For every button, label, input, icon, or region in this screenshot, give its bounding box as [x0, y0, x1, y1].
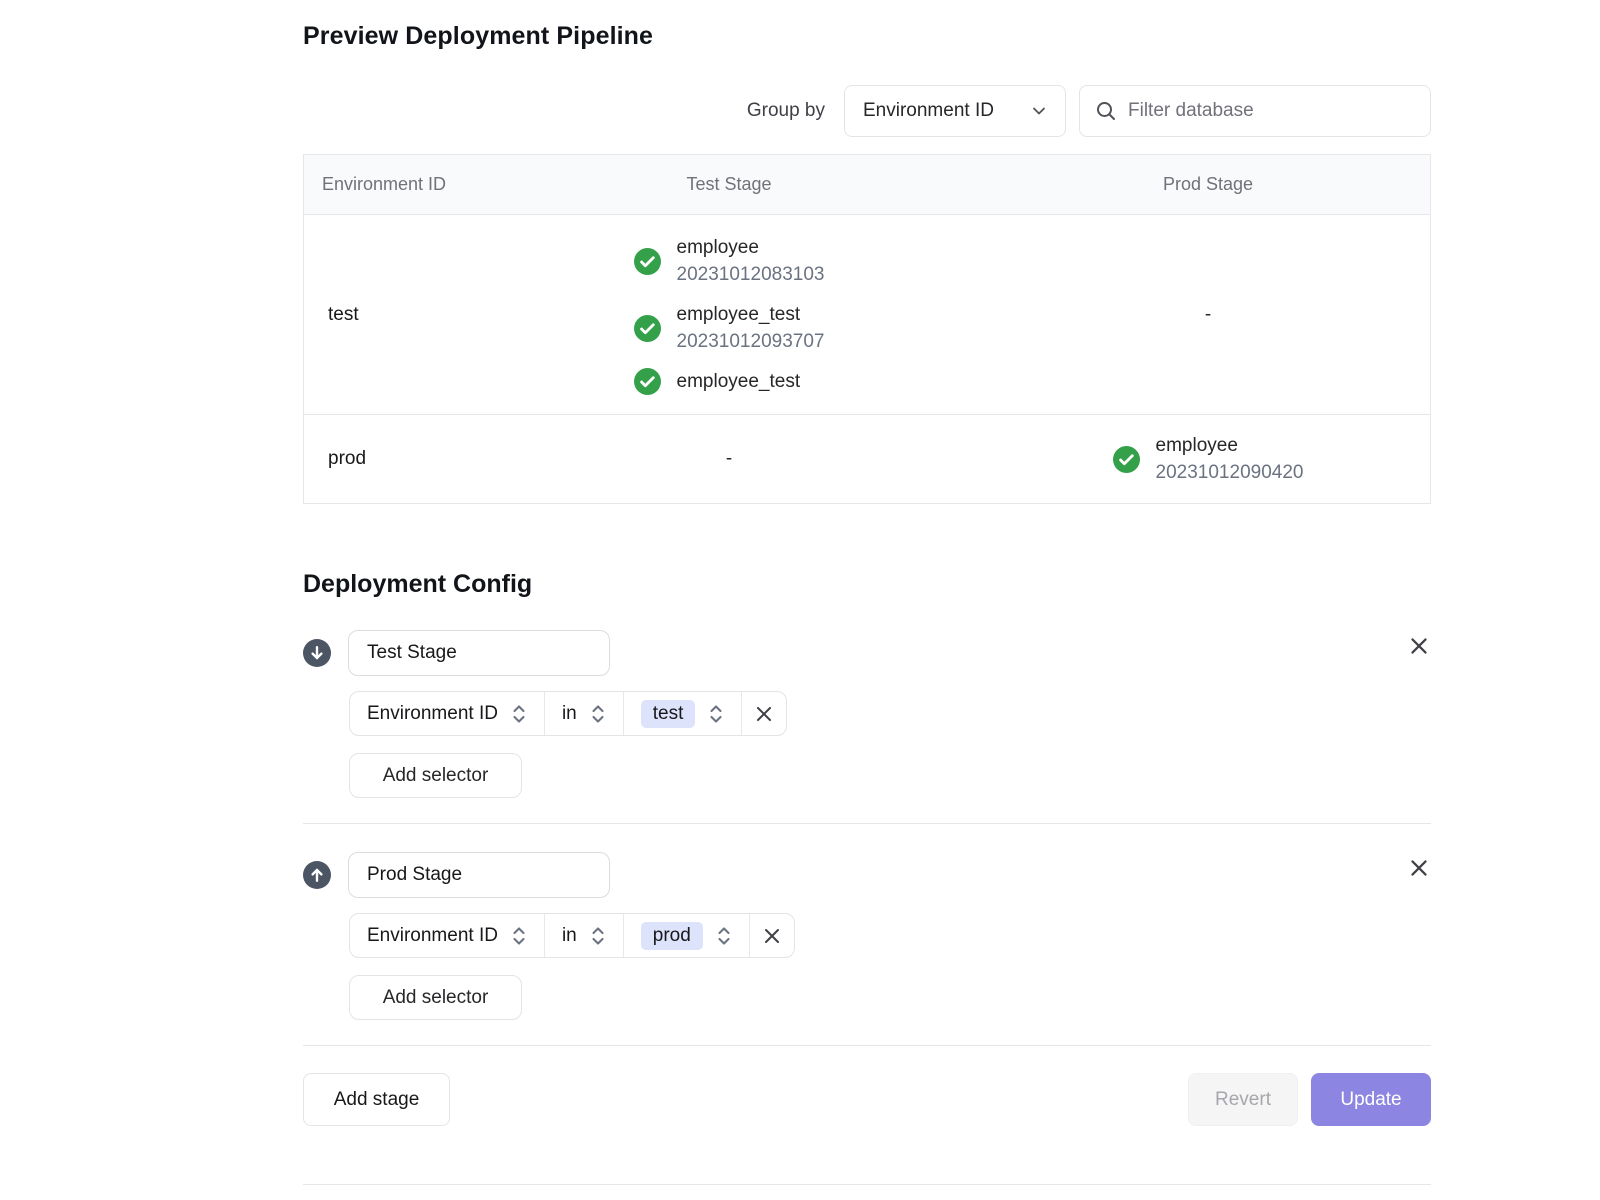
selector-operator-dropdown[interactable]: in	[545, 914, 624, 957]
selector-key-label: Environment ID	[367, 703, 498, 725]
selector-bar: Environment ID in test	[349, 691, 787, 736]
database-name: employee	[1156, 432, 1304, 459]
stage-config-test: Environment ID in test Add selector	[303, 630, 1431, 798]
group-by-value: Environment ID	[863, 100, 994, 122]
add-stage-button[interactable]: Add stage	[303, 1073, 450, 1126]
arrow-down-circle-icon	[303, 639, 331, 667]
deployment-entry[interactable]: employee 20231012083103	[634, 234, 825, 288]
success-check-icon	[634, 315, 661, 342]
prod-stage-cell: employee 20231012090420	[984, 415, 1432, 503]
close-icon	[761, 925, 783, 947]
page-title: Preview Deployment Pipeline	[303, 22, 1431, 51]
selector-operator-label: in	[562, 703, 577, 725]
table-row-prod: prod - employee 20231012090420	[304, 414, 1430, 503]
table-row-test: test employee 20231012083103 employee_te…	[304, 214, 1430, 414]
deployment-timestamp: 20231012090420	[1156, 459, 1304, 486]
selector-key-dropdown[interactable]: Environment ID	[350, 914, 545, 957]
stage-name-input[interactable]	[348, 630, 610, 676]
close-icon	[1407, 634, 1431, 658]
updown-chevron-icon	[708, 703, 724, 725]
updown-chevron-icon	[511, 925, 527, 947]
add-selector-button[interactable]: Add selector	[349, 975, 522, 1020]
deployment-timestamp: 20231012093707	[677, 328, 825, 355]
environment-id-cell: test	[304, 304, 474, 326]
pipeline-table: Environment ID Test Stage Prod Stage tes…	[303, 154, 1431, 504]
updown-chevron-icon	[716, 925, 732, 947]
updown-chevron-icon	[590, 925, 606, 947]
database-name: employee	[677, 234, 825, 261]
main-content: Preview Deployment Pipeline Group by Env…	[303, 0, 1431, 1185]
stage-header	[303, 630, 1431, 676]
column-header-environment-id: Environment ID	[304, 174, 474, 195]
toolbar: Group by Environment ID	[303, 85, 1431, 137]
deployment-entry[interactable]: employee_test 20231012093707	[634, 301, 825, 355]
selector-operator-dropdown[interactable]: in	[545, 692, 624, 735]
selector-key-dropdown[interactable]: Environment ID	[350, 692, 545, 735]
prod-stage-empty: -	[984, 304, 1432, 326]
update-button[interactable]: Update	[1311, 1073, 1431, 1126]
database-filter[interactable]	[1079, 85, 1431, 137]
deployment-timestamp: 20231012083103	[677, 261, 825, 288]
environment-id-cell: prod	[304, 448, 474, 470]
close-icon	[1407, 856, 1431, 880]
success-check-icon	[634, 368, 661, 395]
remove-stage-button[interactable]	[1407, 634, 1431, 658]
column-header-prod-stage: Prod Stage	[984, 174, 1432, 195]
close-icon	[753, 703, 775, 725]
remove-selector-button[interactable]	[750, 914, 794, 957]
section-divider	[303, 1045, 1431, 1046]
remove-stage-button[interactable]	[1407, 856, 1431, 880]
selector-operator-label: in	[562, 925, 577, 947]
test-stage-cell: employee 20231012083103 employee_test 20…	[474, 217, 984, 412]
updown-chevron-icon	[590, 703, 606, 725]
success-check-icon	[634, 248, 661, 275]
section-divider	[303, 823, 1431, 824]
test-stage-empty: -	[474, 448, 984, 470]
add-selector-button[interactable]: Add selector	[349, 753, 522, 798]
table-header: Environment ID Test Stage Prod Stage	[304, 155, 1430, 214]
stage-header	[303, 852, 1431, 898]
selector-key-label: Environment ID	[367, 925, 498, 947]
group-by-dropdown[interactable]: Environment ID	[844, 85, 1066, 137]
database-name: employee_test	[677, 301, 825, 328]
stage-name-input[interactable]	[348, 852, 610, 898]
column-header-test-stage: Test Stage	[474, 174, 984, 195]
deployment-entry[interactable]: employee 20231012090420	[1113, 432, 1304, 486]
selector-value-badge: test	[641, 700, 696, 728]
database-name: employee_test	[677, 368, 801, 395]
chevron-down-icon	[1029, 101, 1049, 121]
search-icon	[1095, 100, 1117, 122]
deploy-list: employee 20231012083103 employee_test 20…	[634, 234, 825, 395]
remove-selector-button[interactable]	[742, 692, 786, 735]
selector-value-dropdown[interactable]: prod	[624, 914, 750, 957]
revert-button[interactable]: Revert	[1188, 1073, 1298, 1126]
bottom-divider	[303, 1184, 1431, 1185]
deploy-list: employee 20231012090420	[1113, 432, 1304, 486]
selector-value-badge: prod	[641, 922, 703, 950]
group-by-label: Group by	[747, 100, 825, 122]
selector-value-dropdown[interactable]: test	[624, 692, 743, 735]
arrow-up-circle-icon	[303, 861, 331, 889]
deployment-config-title: Deployment Config	[303, 570, 1431, 599]
stage-config-prod: Environment ID in prod Add selector	[303, 852, 1431, 1020]
deployment-entry[interactable]: employee_test	[634, 368, 801, 395]
selector-bar: Environment ID in prod	[349, 913, 795, 958]
footer-actions: Add stage Revert Update	[303, 1073, 1431, 1126]
filter-database-input[interactable]	[1128, 100, 1415, 122]
success-check-icon	[1113, 446, 1140, 473]
updown-chevron-icon	[511, 703, 527, 725]
